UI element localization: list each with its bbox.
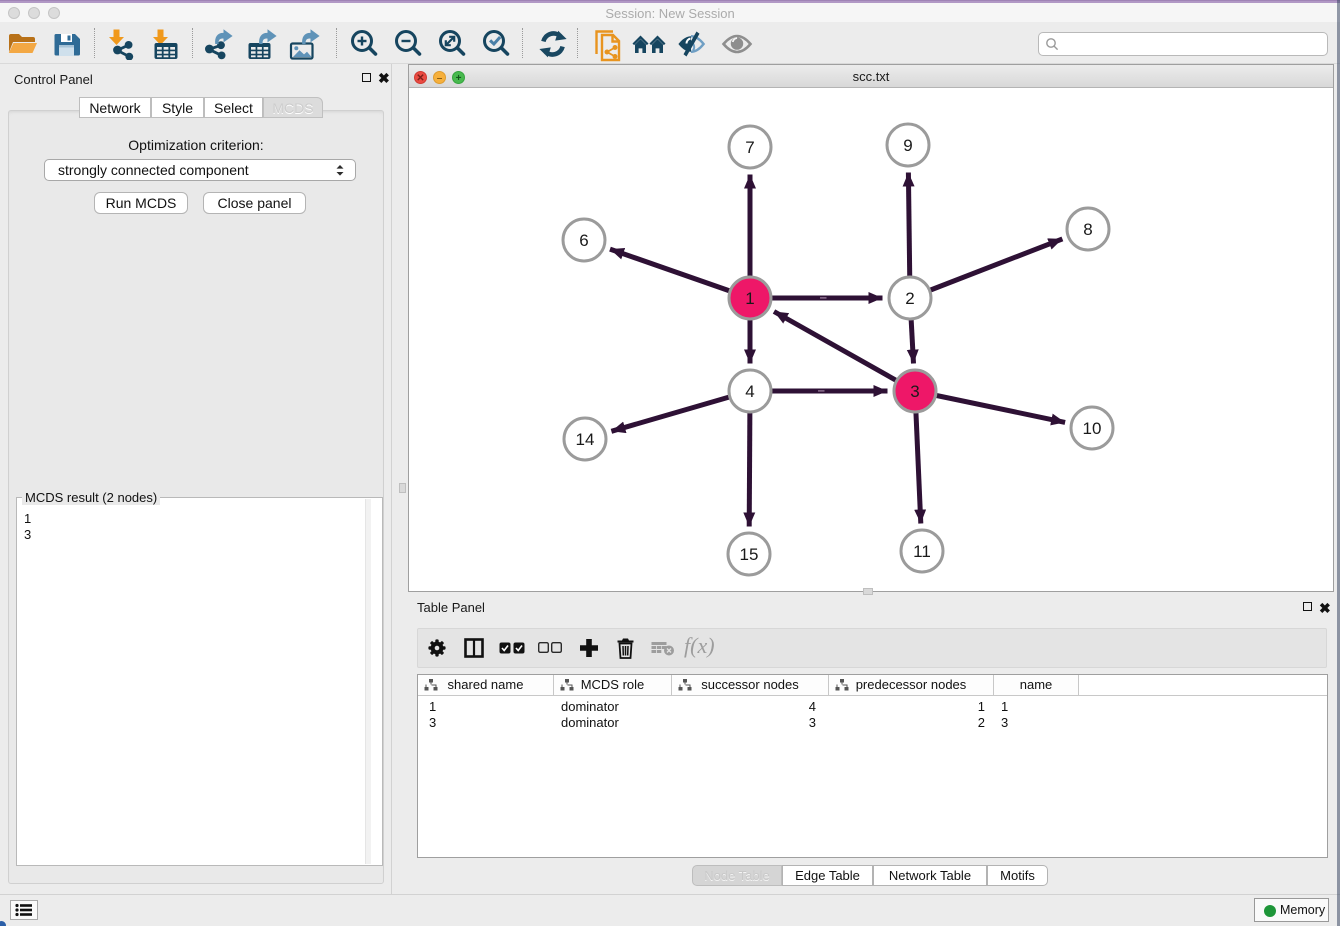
svg-text:2: 2 [905,289,914,308]
svg-text:3: 3 [910,382,919,401]
svg-text:9: 9 [903,136,912,155]
svg-text:6: 6 [579,231,588,250]
svg-text:14: 14 [576,430,595,449]
svg-text:10: 10 [1083,419,1102,438]
svg-text:1: 1 [745,289,754,308]
svg-text:11: 11 [913,542,931,561]
svg-text:8: 8 [1083,220,1092,239]
svg-text:4: 4 [745,382,754,401]
svg-text:15: 15 [740,545,759,564]
svg-text:7: 7 [745,138,754,157]
